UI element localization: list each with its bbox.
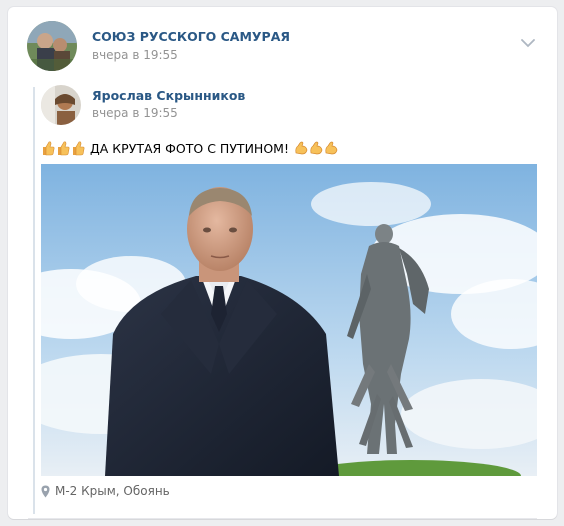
post-photo[interactable]: [41, 164, 537, 476]
post-text: ДА КРУТАЯ ФОТО С ПУТИНОМ!: [41, 137, 338, 159]
repost-time[interactable]: вчера в 19:55: [92, 106, 178, 120]
group-post-time[interactable]: вчера в 19:55: [92, 48, 178, 62]
location-label[interactable]: М-2 Крым, Обоянь: [55, 484, 170, 498]
author-name[interactable]: Ярослав Скрынников: [92, 88, 245, 103]
chevron-down-icon[interactable]: [521, 33, 535, 48]
group-name[interactable]: СОЮЗ РУССКОГО САМУРАЯ: [92, 29, 290, 44]
group-avatar[interactable]: [27, 21, 77, 71]
post-card: СОЮЗ РУССКОГО САМУРАЯ вчера в 19:55 Ярос…: [8, 7, 557, 519]
thumbs-up-icon: [41, 140, 85, 156]
author-avatar[interactable]: [41, 85, 81, 125]
post-text-content: ДА КРУТАЯ ФОТО С ПУТИНОМ!: [90, 140, 289, 156]
repost-bar: [33, 87, 35, 514]
flexed-biceps-icon: [294, 140, 338, 156]
map-pin-icon: [41, 485, 50, 497]
post-location[interactable]: М-2 Крым, Обоянь: [41, 482, 170, 500]
divider: [28, 518, 537, 519]
